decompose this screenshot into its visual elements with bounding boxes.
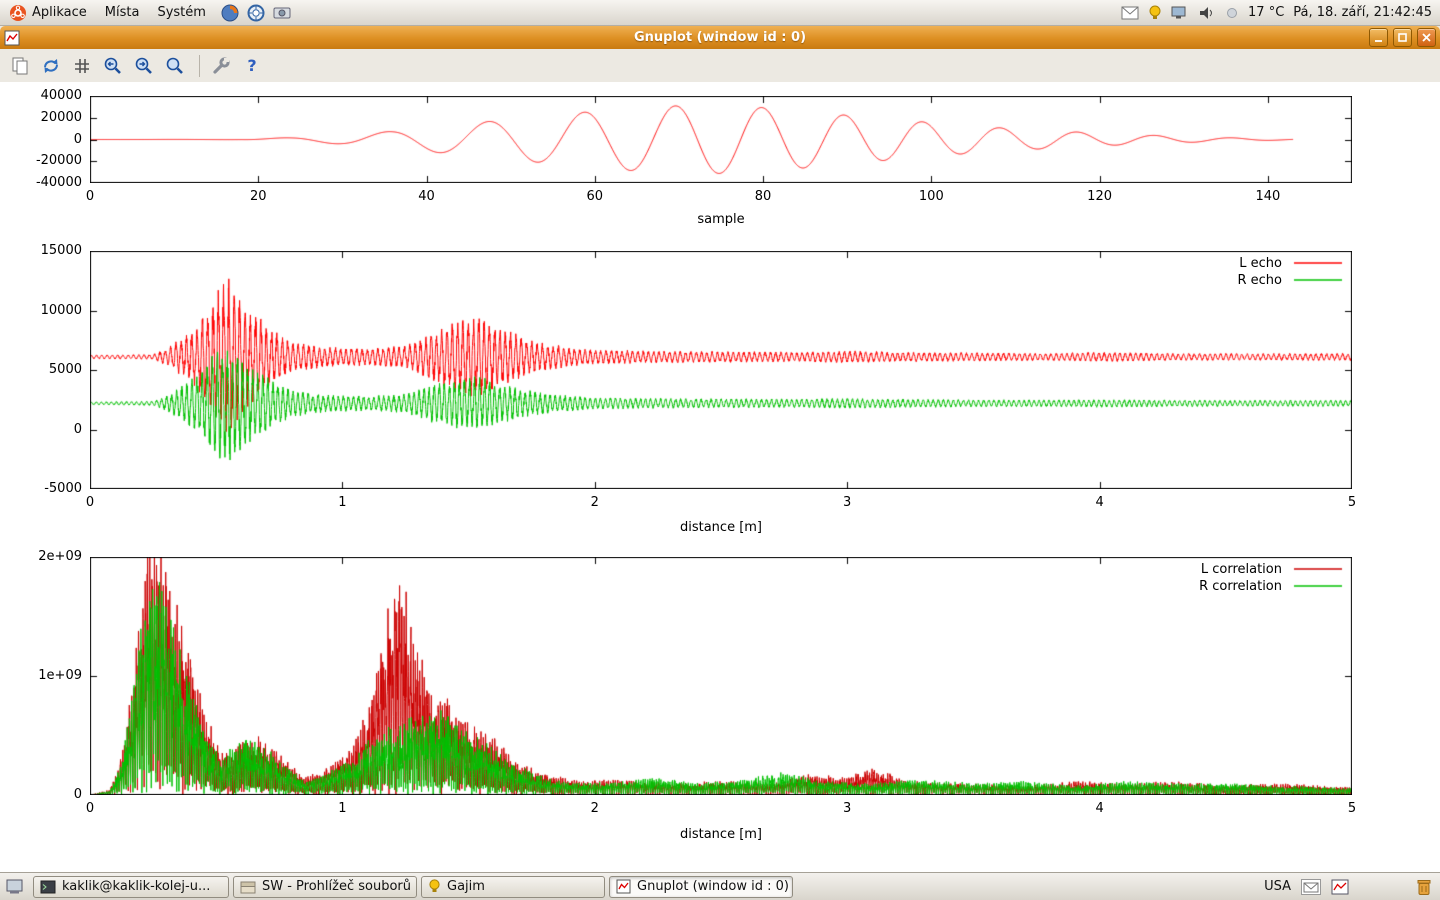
- magnifier-right-icon: [134, 56, 154, 76]
- window-controls: [1369, 28, 1436, 47]
- firefox-launcher-icon[interactable]: [221, 4, 239, 22]
- maximize-button[interactable]: [1393, 28, 1412, 47]
- volume-tray-icon[interactable]: [1198, 5, 1216, 21]
- window-titlebar[interactable]: Gnuplot (window id : 0): [0, 26, 1440, 49]
- echo-plot-canvas[interactable]: [90, 251, 1352, 489]
- question-icon: ?: [247, 56, 256, 75]
- minimize-button[interactable]: [1369, 28, 1388, 47]
- x-axis-label-distance-echo: distance [m]: [90, 520, 1352, 535]
- chart-tray-icon[interactable]: [1331, 879, 1349, 895]
- file-manager-icon: [240, 880, 256, 894]
- copy-icon: [10, 56, 30, 76]
- task-label: kaklik@kaklik-kolej-u...: [62, 879, 210, 894]
- temperature-label[interactable]: 17 °C: [1248, 5, 1284, 20]
- task-button-gnuplot[interactable]: Gnuplot (window id : 0): [609, 876, 793, 898]
- grid-icon: [72, 56, 92, 76]
- magnifier-icon: [165, 56, 185, 76]
- taskbar: kaklik@kaklik-kolej-u... SW - Prohlížeč …: [0, 872, 1440, 900]
- x-axis-label-distance-correlation: distance [m]: [90, 827, 1352, 842]
- menu-label: Systém: [157, 5, 205, 20]
- help-button[interactable]: ?: [238, 53, 266, 79]
- menu-label: Aplikace: [32, 5, 87, 20]
- trash-icon[interactable]: [1415, 878, 1433, 896]
- taskbar-right: USA: [1264, 878, 1437, 896]
- mail-notifier-icon[interactable]: [1301, 879, 1321, 895]
- keyboard-layout-indicator[interactable]: USA: [1264, 879, 1291, 894]
- mail-tray-icon[interactable]: [1121, 6, 1139, 20]
- task-button-gajim[interactable]: Gajim: [421, 876, 605, 898]
- signal-plot-canvas[interactable]: [90, 96, 1352, 183]
- task-label: Gnuplot (window id : 0): [637, 879, 789, 894]
- magnifier-left-icon: [103, 56, 123, 76]
- panel-launchers: [221, 4, 291, 22]
- screenshot-launcher-icon[interactable]: [273, 5, 291, 21]
- panel-tray: 17 °C Pá, 18. září, 21:42:45: [1121, 5, 1440, 21]
- zoom-next-button[interactable]: [130, 53, 158, 79]
- desktop: Aplikace Místa Systém: [0, 0, 1440, 900]
- toolbar-separator: [199, 55, 200, 77]
- show-desktop-button[interactable]: [6, 878, 26, 896]
- task-label: Gajim: [447, 879, 485, 894]
- menu-system[interactable]: Systém: [148, 0, 214, 25]
- copy-button[interactable]: [6, 53, 34, 79]
- autoscale-button[interactable]: [161, 53, 189, 79]
- clock-label[interactable]: Pá, 18. září, 21:42:45: [1293, 5, 1432, 20]
- gnuplot-icon: [616, 879, 631, 894]
- gajim-icon: [428, 879, 441, 894]
- gnome-panel: Aplikace Místa Systém: [0, 0, 1440, 26]
- gnuplot-toolbar: ?: [0, 49, 1440, 83]
- close-button[interactable]: [1417, 28, 1436, 47]
- replot-button[interactable]: [37, 53, 65, 79]
- menu-applications[interactable]: Aplikace: [0, 0, 96, 25]
- configure-button[interactable]: [207, 53, 235, 79]
- task-label: SW - Prohlížeč souborů: [262, 879, 411, 894]
- menu-label: Místa: [105, 5, 140, 20]
- x-axis-label-sample: sample: [90, 212, 1352, 227]
- correlation-plot-canvas[interactable]: [90, 557, 1352, 795]
- task-button-terminal[interactable]: kaklik@kaklik-kolej-u...: [33, 876, 229, 898]
- help-launcher-icon[interactable]: [247, 4, 265, 22]
- weather-icon[interactable]: [1225, 6, 1239, 20]
- zoom-previous-button[interactable]: [99, 53, 127, 79]
- grid-button[interactable]: [68, 53, 96, 79]
- display-tray-icon[interactable]: [1171, 5, 1189, 20]
- window-title: Gnuplot (window id : 0): [0, 30, 1440, 45]
- gajim-tray-icon[interactable]: [1148, 5, 1162, 21]
- task-button-file-manager[interactable]: SW - Prohlížeč souborů: [233, 876, 417, 898]
- wrench-icon: [211, 56, 231, 76]
- ubuntu-logo-icon: [9, 4, 27, 22]
- terminal-icon: [40, 880, 56, 894]
- menu-places[interactable]: Místa: [96, 0, 149, 25]
- refresh-icon: [41, 56, 61, 76]
